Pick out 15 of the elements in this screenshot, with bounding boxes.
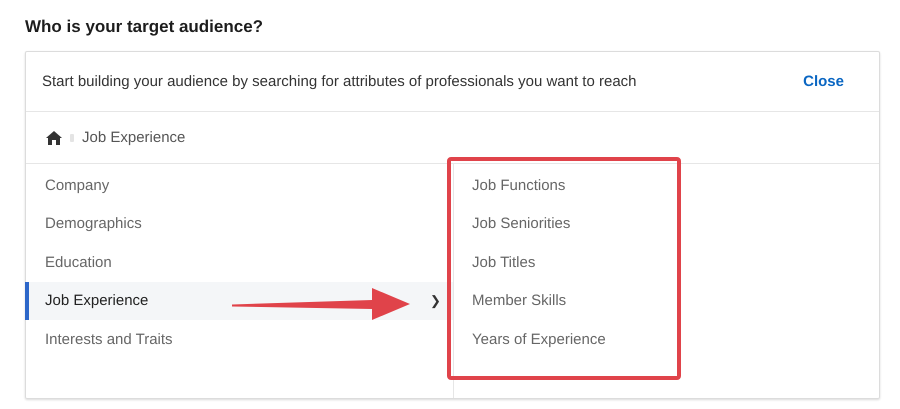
intro-text: Start building your audience by searching for attributes of professionals you want to reach: [42, 73, 637, 90]
category-item[interactable]: Company: [25, 166, 453, 204]
subcategory-item[interactable]: Member Skills: [454, 282, 879, 320]
category-item[interactable]: Education: [25, 243, 453, 282]
category-item[interactable]: Job Experience ❯: [25, 282, 453, 320]
breadcrumb-item: Job Experience: [82, 129, 186, 146]
home-icon[interactable]: [46, 130, 62, 144]
subcategory-item[interactable]: Job Seniorities: [454, 204, 879, 243]
category-item[interactable]: Interests and Traits: [25, 320, 453, 358]
page-heading: Who is your target audience?: [25, 16, 264, 38]
category-item[interactable]: Demographics: [25, 204, 453, 243]
subcategory-item[interactable]: Years of Experience: [454, 320, 879, 358]
subcategory-item[interactable]: Job Titles: [454, 243, 879, 282]
subcategory-item[interactable]: Job Functions: [454, 166, 879, 204]
close-link[interactable]: Close: [803, 73, 844, 90]
